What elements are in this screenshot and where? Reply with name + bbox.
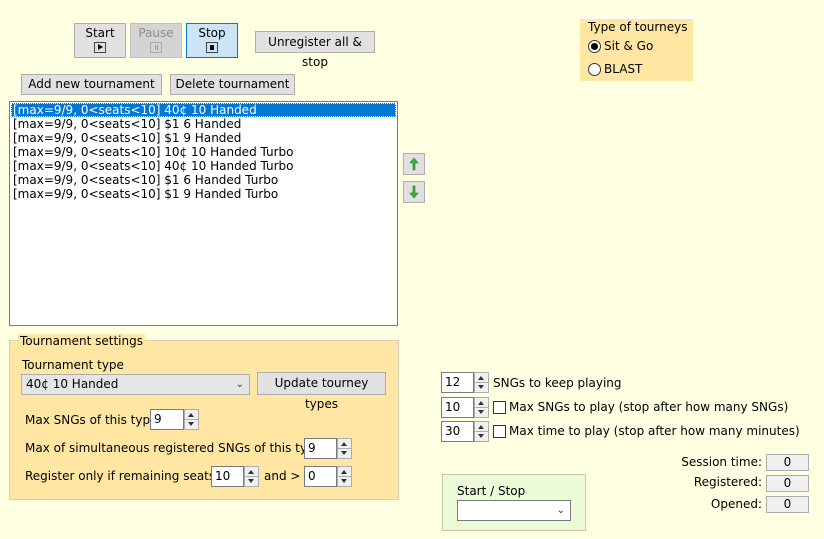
keep-playing-label: SNGs to keep playing: [493, 376, 622, 390]
register-lt-stepper[interactable]: 10: [211, 466, 259, 487]
max-play-stepper[interactable]: 10: [441, 397, 489, 418]
start-button[interactable]: Start: [74, 23, 126, 58]
add-tournament-button[interactable]: Add new tournament: [21, 74, 162, 95]
blast-radio[interactable]: [588, 63, 601, 76]
start-stop-group: Start / Stop ⌄: [442, 474, 586, 531]
max-play-checkbox[interactable]: [493, 401, 506, 414]
start-stop-select[interactable]: ⌄: [457, 500, 571, 521]
move-down-button[interactable]: [403, 181, 425, 203]
list-item[interactable]: [max=9/9, 0<seats<10] 40¢ 10 Handed: [11, 103, 396, 117]
list-item[interactable]: [max=9/9, 0<seats<10] 40¢ 10 Handed Turb…: [11, 159, 396, 173]
unregister-all-stop-button[interactable]: Unregister all & stop: [255, 31, 375, 69]
pause-button[interactable]: Pause: [130, 23, 182, 58]
list-item[interactable]: [max=9/9, 0<seats<10] $1 9 Handed Turbo: [11, 187, 396, 201]
chevron-down-icon: ⌄: [235, 379, 244, 390]
list-item[interactable]: [max=9/9, 0<seats<10] 10¢ 10 Handed Turb…: [11, 145, 396, 159]
tournament-list[interactable]: [max=9/9, 0<seats<10] 40¢ 10 Handed [max…: [9, 101, 398, 326]
move-up-button[interactable]: [403, 153, 425, 175]
stop-button-label: Stop: [198, 26, 226, 40]
register-gt-stepper[interactable]: 0: [304, 466, 352, 487]
max-simul-spin-arrows[interactable]: [337, 438, 352, 459]
stop-button[interactable]: Stop: [186, 23, 238, 58]
max-simul-input[interactable]: 9: [304, 438, 337, 459]
register-lt-input[interactable]: 10: [211, 466, 244, 487]
stop-icon: [206, 42, 218, 53]
max-simul-label: Max of simultaneous registered SNGs of t…: [25, 441, 322, 455]
tourney-type-group: Type of tourneys Sit & Go BLAST: [579, 18, 694, 82]
arrow-down-icon: [409, 185, 419, 199]
tournament-type-value: 40¢ 10 Handed: [26, 377, 119, 391]
register-seats-label: Register only if remaining seats <: [25, 469, 230, 483]
register-lt-spin-arrows[interactable]: [244, 466, 259, 487]
max-play-label: Max SNGs to play (stop after how many SN…: [509, 400, 789, 414]
session-time-value: 0: [766, 454, 809, 471]
blast-label: BLAST: [604, 62, 643, 76]
max-simul-stepper[interactable]: 9: [304, 438, 352, 459]
start-stop-title: Start / Stop: [457, 484, 526, 498]
opened-value: 0: [766, 496, 809, 513]
max-time-label: Max time to play (stop after how many mi…: [509, 424, 800, 438]
update-tourney-types-button[interactable]: Update tourney types: [257, 372, 386, 411]
keep-playing-input[interactable]: 12: [441, 372, 474, 393]
registered-value: 0: [766, 475, 809, 492]
tourney-type-title: Type of tourneys: [588, 20, 688, 34]
registered-label: Registered:: [693, 475, 762, 489]
sit-and-go-radio[interactable]: [588, 40, 601, 53]
session-time-label: Session time:: [681, 455, 762, 469]
opened-label: Opened:: [710, 497, 762, 511]
keep-playing-spin-arrows[interactable]: [474, 372, 489, 393]
arrow-up-icon: [409, 157, 419, 171]
max-play-input[interactable]: 10: [441, 397, 474, 418]
max-sngs-spin-arrows[interactable]: [184, 409, 199, 430]
max-sngs-input[interactable]: 9: [150, 409, 184, 430]
tournament-type-label: Tournament type: [22, 358, 124, 372]
max-time-stepper[interactable]: 30: [441, 421, 489, 442]
delete-tournament-button[interactable]: Delete tournament: [170, 74, 295, 95]
list-item[interactable]: [max=9/9, 0<seats<10] $1 9 Handed: [11, 131, 396, 145]
pause-button-label: Pause: [138, 26, 174, 40]
register-gt-spin-arrows[interactable]: [337, 466, 352, 487]
max-sngs-label: Max SNGs of this type: [25, 413, 158, 427]
pause-icon: [150, 42, 162, 53]
keep-playing-stepper[interactable]: 12: [441, 372, 489, 393]
max-time-spin-arrows[interactable]: [474, 421, 489, 442]
max-play-spin-arrows[interactable]: [474, 397, 489, 418]
and-greater-label: and >: [264, 469, 301, 483]
tournament-settings-title: Tournament settings: [18, 334, 145, 348]
start-button-label: Start: [85, 26, 115, 40]
max-time-input[interactable]: 30: [441, 421, 474, 442]
max-time-checkbox[interactable]: [493, 425, 506, 438]
sit-and-go-label: Sit & Go: [604, 39, 654, 53]
chevron-down-icon: ⌄: [556, 505, 565, 516]
play-icon: [94, 42, 106, 53]
list-item[interactable]: [max=9/9, 0<seats<10] $1 6 Handed: [11, 117, 396, 131]
tournament-type-select[interactable]: 40¢ 10 Handed ⌄: [21, 374, 250, 395]
register-gt-input[interactable]: 0: [304, 466, 337, 487]
list-item[interactable]: [max=9/9, 0<seats<10] $1 6 Handed Turbo: [11, 173, 396, 187]
max-sngs-stepper[interactable]: 9: [150, 409, 199, 430]
